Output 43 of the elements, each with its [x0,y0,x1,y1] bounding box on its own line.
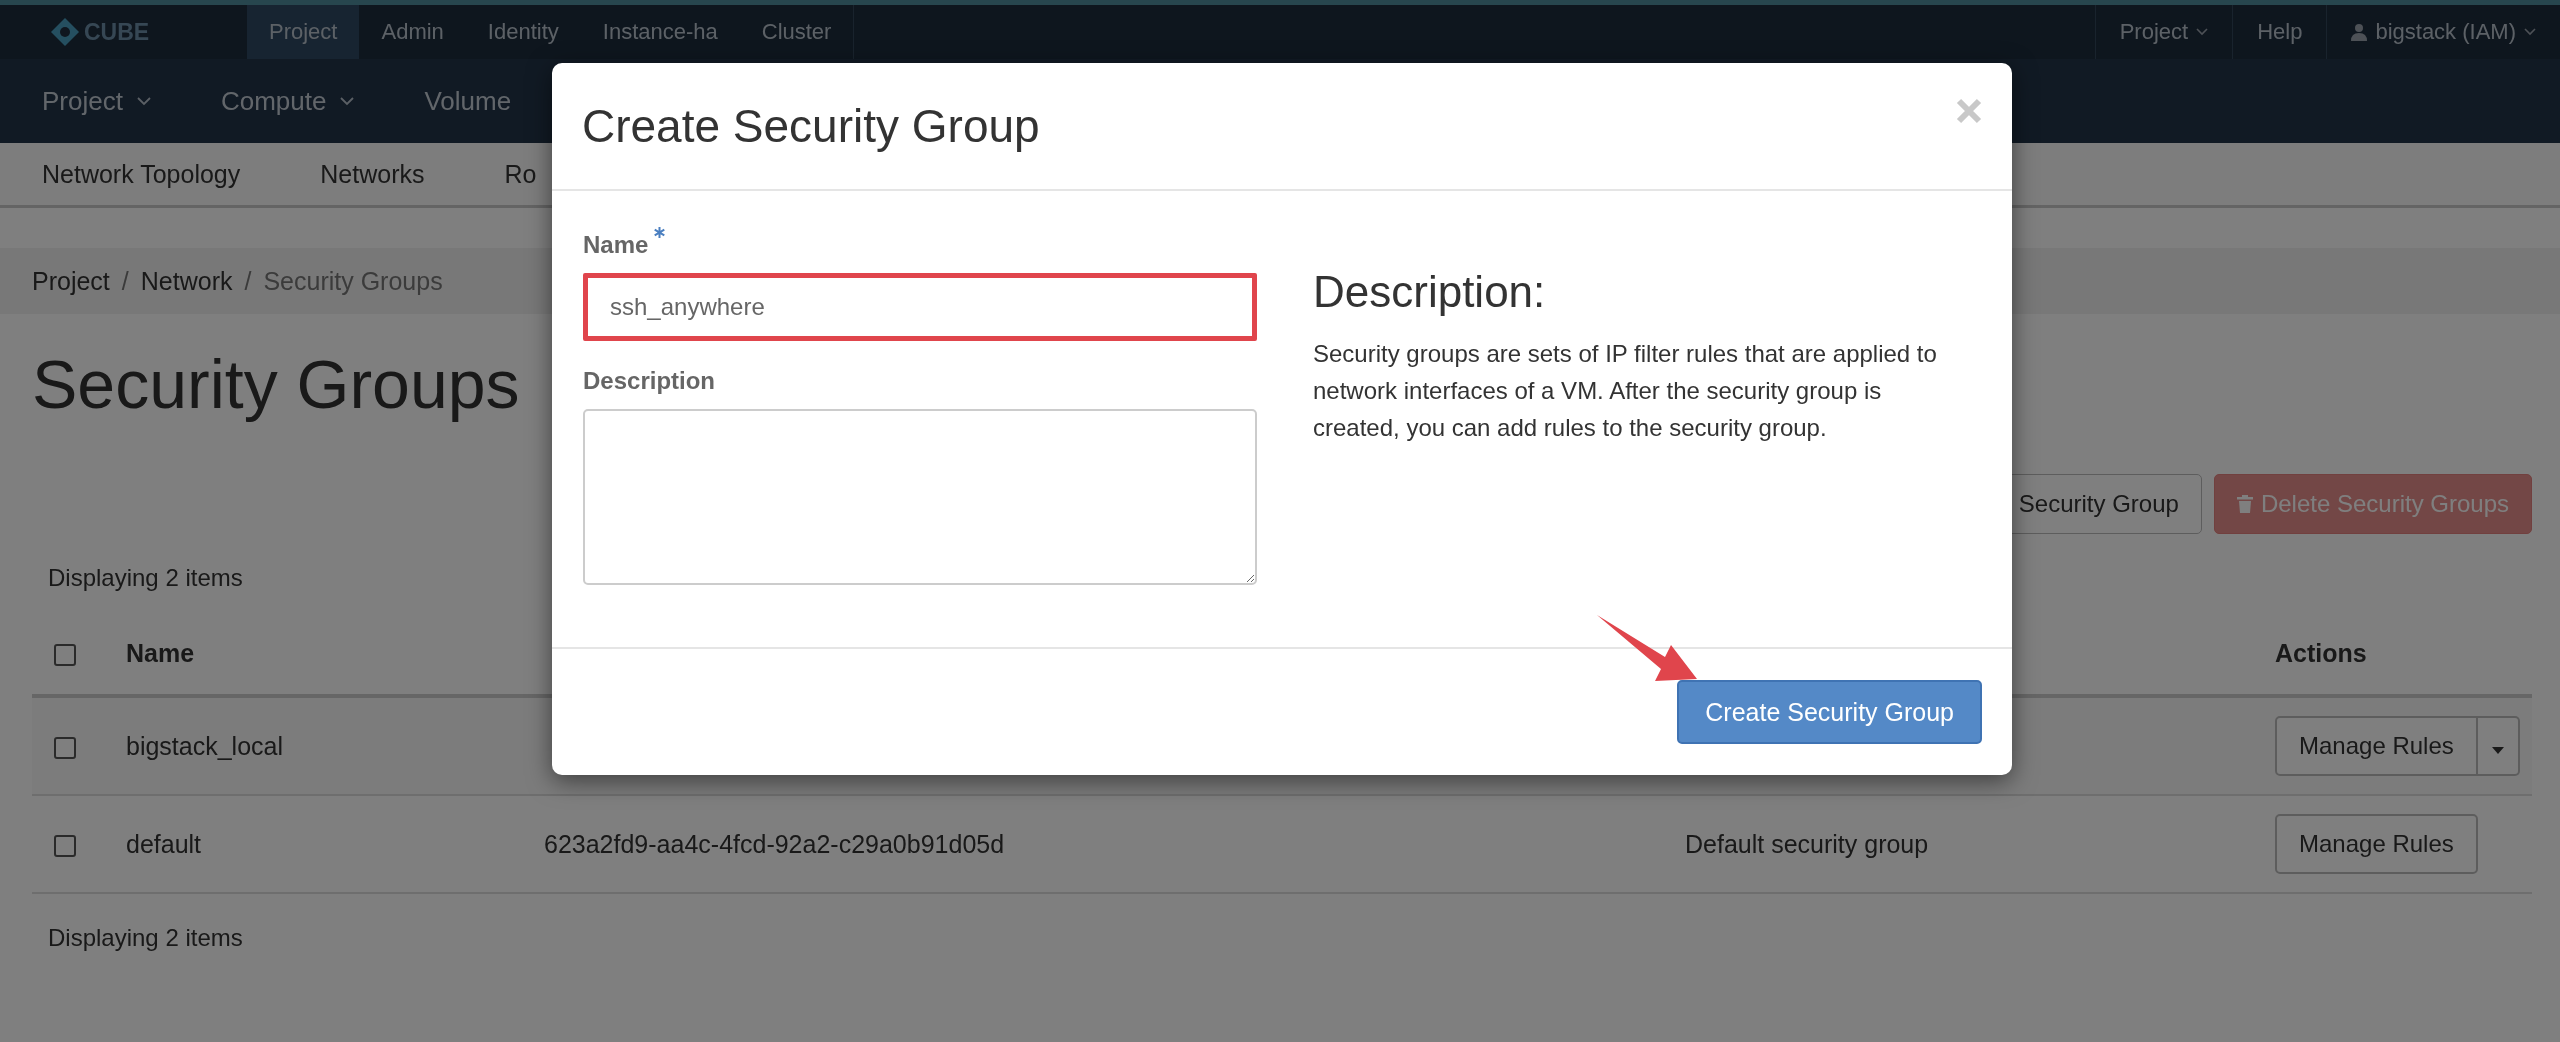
row-checkbox[interactable] [54,834,76,857]
create-security-group-button[interactable]: Create Security Group [1677,680,1982,744]
user-icon [2351,23,2368,41]
item-count: Displaying 2 items [47,563,244,593]
select-all-checkbox[interactable] [54,643,76,666]
table-cell: 623a2fd9-aa4c-4fcd-92a2-c29a0b91d05d [544,829,1005,858]
top-nav-tab[interactable]: Identity [465,5,581,59]
section-menu-item[interactable]: Networks [320,159,425,189]
item-count: Displaying 2 items [47,923,244,953]
chevron-down-icon [2524,28,2536,36]
chevron-down-icon [2196,28,2209,36]
top-nav-tab[interactable]: Instance-ha [580,5,740,59]
breadcrumb-separator: / [121,266,129,296]
table-cell: bigstack_local [126,731,284,760]
top-nav-tab[interactable]: Cluster [739,5,854,59]
table-cell: default [126,829,202,858]
column-header: Name [126,638,195,667]
main-menu-item[interactable]: Compute [220,85,355,117]
close-icon [1956,98,1982,124]
breadcrumb-separator: / [244,266,252,296]
dialog-title: Create Security Group [582,99,1040,153]
top-nav-tab[interactable]: Project [247,5,360,59]
top-nav-tab[interactable]: Admin [359,5,466,59]
field-label: Name [583,231,649,259]
breadcrumb-item[interactable]: Project [32,266,110,296]
row-checkbox[interactable] [54,736,76,759]
main-menu-item[interactable]: Project [42,85,151,117]
caret-down-icon [2491,747,2504,754]
name-input-field[interactable]: ssh_anywhere [583,273,1257,341]
breadcrumb-item: Security Groups [263,266,443,296]
section-menu-item[interactable]: Network Topology [42,159,241,189]
help-text: Security groups are sets of IP filter rules that are applied to network interfaces of a VM. After the security group is created, you can add rules to the security group. [1313,339,1938,443]
field-label: Description [583,367,716,395]
diamond-logo-icon [50,17,80,47]
column-header: Actions [2275,638,2367,667]
manage-rules-button[interactable]: Manage Rules [2275,814,2478,874]
help-heading: Description: [1313,267,1547,317]
table-cell: Default security group [1685,829,1929,858]
breadcrumb-item[interactable]: Network [140,266,233,296]
manage-rules-button[interactable]: Manage Rules [2275,716,2478,776]
page-title: Security Groups [32,345,520,424]
main-menu-item[interactable]: Volume [424,85,512,117]
section-menu-item[interactable]: Ro [504,159,537,189]
